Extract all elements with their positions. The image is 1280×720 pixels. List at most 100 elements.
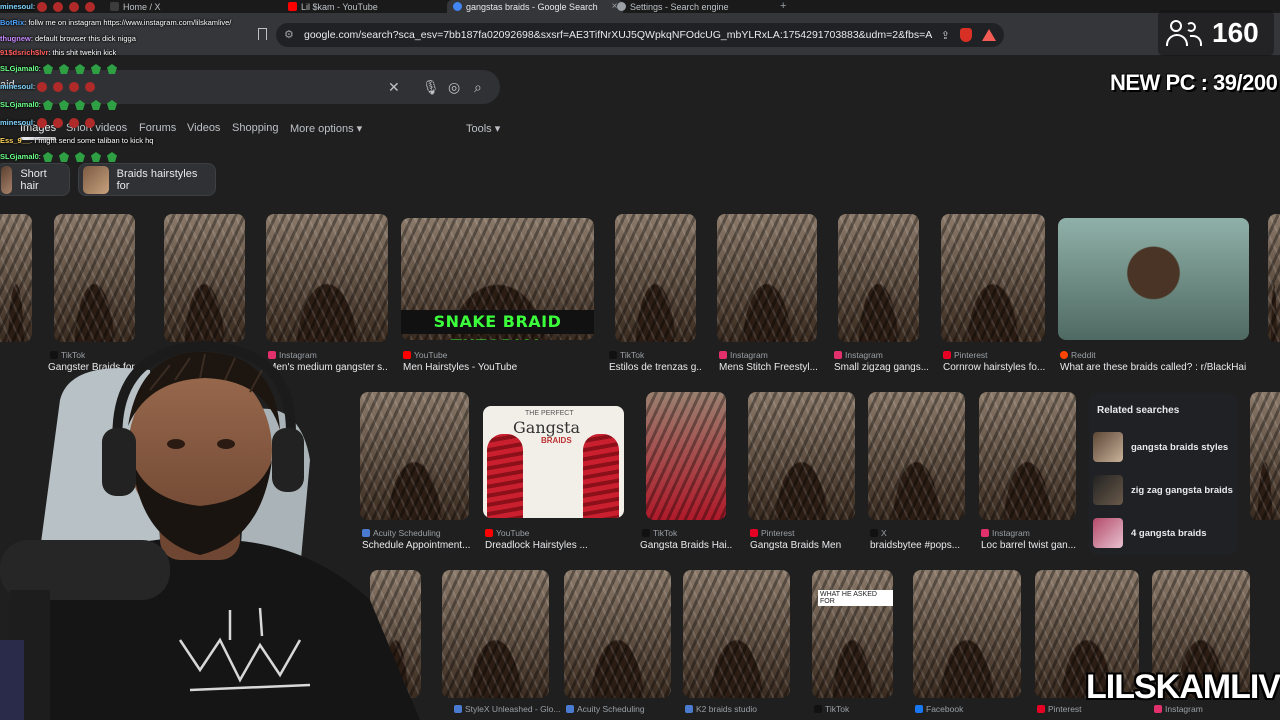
plant-emote-icon <box>106 152 117 163</box>
instagram-icon <box>834 351 842 359</box>
image-thumbnail[interactable] <box>1268 214 1280 342</box>
image-title[interactable]: Gangsta Braids Men <box>750 540 855 551</box>
image-source-label: Reddit <box>1071 350 1096 360</box>
related-searches-title: Related searches <box>1097 405 1180 416</box>
chat-username: minesoul <box>0 118 33 127</box>
image-thumbnail[interactable]: SNAKE BRAID TUTORIAL <box>401 218 594 340</box>
clear-icon[interactable]: ✕ <box>388 78 400 96</box>
image-source-label: TikTok <box>620 350 645 360</box>
image-thumbnail[interactable] <box>913 570 1021 698</box>
image-title[interactable]: Loc barrel twist gan... <box>981 540 1076 551</box>
image-source-label: Pinterest <box>954 350 988 360</box>
address-url[interactable]: google.com/search?sca_esv=7bb187fa020926… <box>304 29 933 41</box>
image-thumbnail[interactable] <box>941 214 1045 342</box>
image-thumbnail[interactable] <box>1250 392 1280 520</box>
image-source-label: Facebook <box>926 704 964 714</box>
image-thumbnail[interactable] <box>442 570 549 698</box>
bookmark-icon[interactable] <box>258 28 267 40</box>
image-title[interactable]: Men Hairstyles - YouTube <box>403 362 593 373</box>
caret-down-icon: ▾ <box>356 123 363 135</box>
image-title[interactable]: braidsbytee #pops... <box>870 540 965 551</box>
image-title[interactable]: Mens Stitch Freestyl... <box>719 362 817 373</box>
image-thumbnail[interactable] <box>646 392 726 520</box>
image-thumbnail[interactable] <box>683 570 790 698</box>
tab-videos[interactable]: Videos <box>187 122 220 134</box>
tab-x-home[interactable]: Home / X <box>110 0 161 13</box>
tab-strip: Home / X Lil $kam - YouTube gangstas bra… <box>0 0 1280 13</box>
chair-arm <box>0 640 24 720</box>
thumbnail-title: Gangsta <box>513 418 581 437</box>
devil-emote-icon <box>37 2 48 13</box>
image-thumbnail[interactable] <box>1058 218 1249 340</box>
image-thumbnail[interactable] <box>266 214 388 342</box>
tools-label: Tools <box>466 123 492 135</box>
site-info-icon[interactable]: ⚙ <box>284 29 296 41</box>
related-search-item[interactable]: 4 gangsta braids <box>1093 516 1231 550</box>
chip-label: Short hair <box>20 167 47 192</box>
image-thumbnail[interactable] <box>615 214 696 342</box>
chip-short-hair[interactable]: Short hair <box>0 163 70 196</box>
chat-text: : <box>32 2 36 11</box>
chat-message: SLGjamal0: <box>0 64 117 75</box>
plant-emote-icon <box>106 100 117 111</box>
image-thumbnail[interactable] <box>868 392 965 520</box>
image-source: Pinterest <box>750 528 795 538</box>
youtube-icon <box>288 2 297 11</box>
image-source-label: Instagram <box>845 350 883 360</box>
pinterest-icon <box>1037 705 1045 713</box>
image-source: Reddit <box>1060 350 1096 360</box>
chat-text: : this shit twekin kick <box>48 48 117 57</box>
microphone-icon[interactable]: 🎙 <box>422 78 440 96</box>
tab-shopping[interactable]: Shopping <box>232 122 279 134</box>
chat-username: minesoul <box>0 82 33 91</box>
image-thumbnail[interactable] <box>54 214 135 342</box>
tab-forums[interactable]: Forums <box>139 122 176 134</box>
tab-settings[interactable]: Settings - Search engine <box>617 0 729 13</box>
chat-message: Ess_9__: I might send some taliban to ki… <box>0 136 153 145</box>
image-title[interactable]: Cornrow hairstyles fo... <box>943 362 1045 373</box>
image-thumbnail[interactable] <box>838 214 919 342</box>
red-braids-image <box>487 434 523 518</box>
image-source-label: Pinterest <box>761 528 795 538</box>
chip-braids-hairstyles[interactable]: Braids hairstyles for <box>78 163 216 196</box>
brave-rewards-icon[interactable] <box>982 29 996 41</box>
address-bar[interactable]: ⚙ google.com/search?sca_esv=7bb187fa0209… <box>276 23 1004 47</box>
image-source: TikTok <box>642 528 677 538</box>
new-tab-button[interactable]: + <box>780 0 786 12</box>
image-title[interactable]: What are these braids called? : r/BlackH… <box>1060 362 1246 373</box>
image-thumbnail[interactable] <box>717 214 817 342</box>
devil-emote-icon <box>37 82 48 93</box>
red-braids-image <box>583 434 619 518</box>
related-search-label: gangsta braids styles <box>1131 441 1229 453</box>
more-options-label: More options <box>290 123 354 135</box>
image-thumbnail[interactable] <box>164 214 245 342</box>
devil-emote-icon <box>53 118 64 129</box>
search-icon[interactable]: ⌕ <box>474 78 482 96</box>
image-title[interactable]: Dreadlock Hairstyles ... <box>485 540 625 551</box>
tools-menu[interactable]: Tools ▾ <box>466 122 500 135</box>
site-icon <box>685 705 693 713</box>
image-title[interactable]: Gangsta Braids Hai... <box>640 540 732 551</box>
image-title[interactable]: Small zigzag gangs... <box>834 362 928 373</box>
tiktok-icon <box>814 705 822 713</box>
plant-emote-icon <box>90 100 101 111</box>
image-thumbnail[interactable] <box>0 214 32 342</box>
image-thumbnail[interactable] <box>748 392 855 520</box>
related-search-item[interactable]: gangsta braids styles <box>1093 430 1231 464</box>
tab-google-search[interactable]: gangstas braids - Google Search × <box>447 0 624 13</box>
image-thumbnail[interactable]: WHAT HE ASKED FOR <box>812 570 893 698</box>
lens-icon[interactable]: ◎ <box>448 78 460 96</box>
image-thumbnail[interactable] <box>979 392 1076 520</box>
tab-youtube[interactable]: Lil $kam - YouTube <box>288 0 378 13</box>
share-icon[interactable]: ⇪ <box>941 29 950 42</box>
more-options-menu[interactable]: More options ▾ <box>290 122 362 135</box>
thumbnail-card: THE PERFECT Gangsta BRAIDS <box>483 406 624 518</box>
instagram-icon <box>981 529 989 537</box>
brave-shield-icon[interactable] <box>960 28 972 42</box>
image-thumbnail[interactable] <box>564 570 671 698</box>
image-thumbnail[interactable]: THE PERFECT Gangsta BRAIDS <box>483 406 624 518</box>
related-search-item[interactable]: zig zag gangsta braids <box>1093 473 1233 507</box>
image-source-label: Acuity Scheduling <box>577 704 645 714</box>
image-title[interactable]: Estilos de trenzas g... <box>609 362 701 373</box>
image-source: Pinterest <box>1037 704 1082 714</box>
